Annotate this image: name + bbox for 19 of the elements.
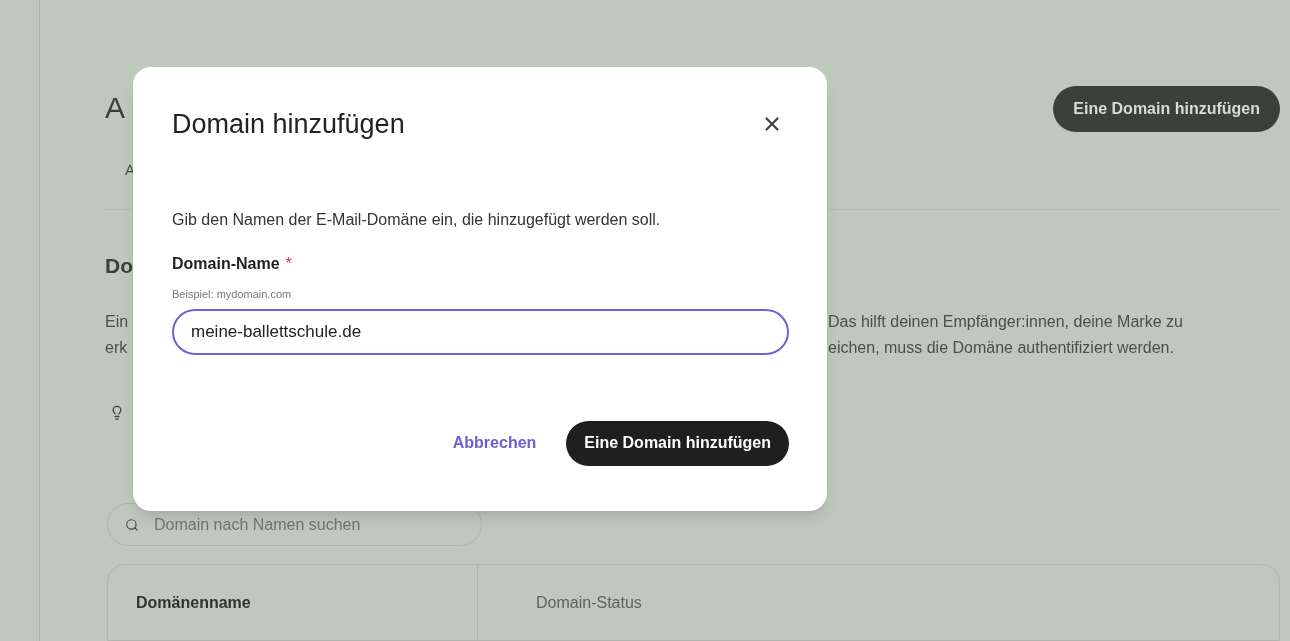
search-icon (125, 518, 139, 533)
field-label: Domain-Name (172, 254, 280, 274)
dialog-description: Gib den Namen der E-Mail-Domäne ein, die hinzugefügt werden soll. (172, 210, 661, 230)
column-header[interactable]: Domänenname (136, 590, 251, 615)
description-text: Ein (105, 312, 129, 330)
add-domain-button[interactable]: Eine Domain hinzufügen (1053, 86, 1280, 132)
description-text: erk (105, 338, 128, 356)
description-text: eichen, muss die Domäne authentifiziert werden. (828, 337, 1175, 358)
add-domain-button[interactable]: Eine Domain hinzufügen (566, 420, 789, 466)
cancel-button[interactable]: Abbrechen (452, 431, 537, 455)
search-field[interactable]: Domain nach Namen suchen (107, 503, 482, 547)
column-header[interactable]: Domain-Status (536, 590, 642, 615)
page-title: A (105, 90, 125, 126)
domain-name-field[interactable]: meine-ballettschule.de (172, 308, 789, 355)
description-text: Das hilft deinen Empfänger:innen, deine Marke zu (828, 311, 1184, 332)
dialog-title: Domain hinzufügen (172, 108, 405, 141)
required-mark: * (285, 254, 292, 274)
field-hint: Beispiel: mydomain.com (172, 287, 292, 302)
section-heading: Do (105, 252, 133, 279)
